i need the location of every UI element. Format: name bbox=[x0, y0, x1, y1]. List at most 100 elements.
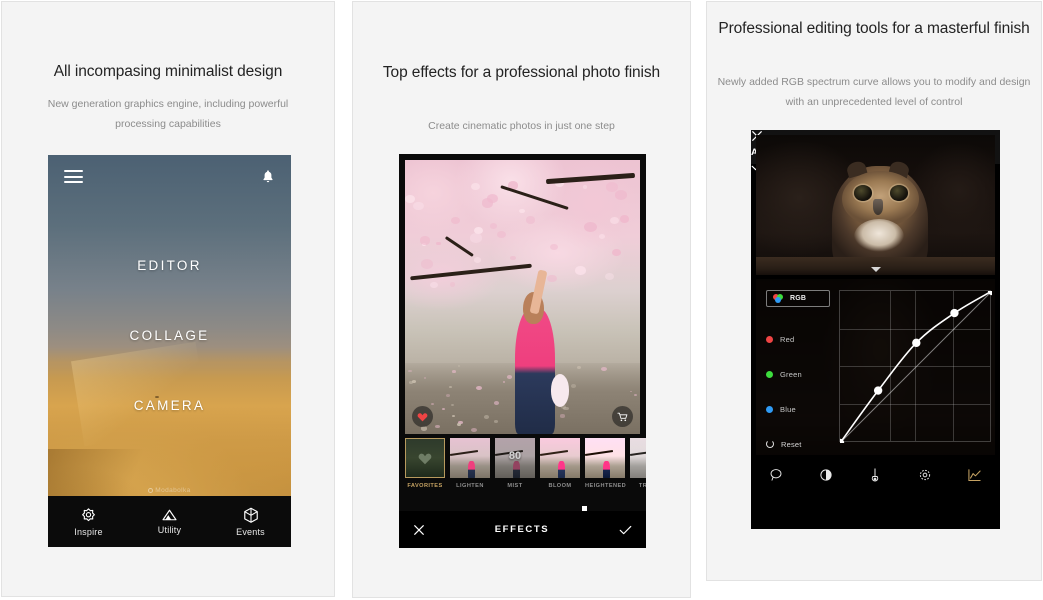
tool-temperature[interactable] bbox=[851, 467, 901, 484]
lasso-icon bbox=[768, 467, 784, 483]
fallen-petal bbox=[456, 422, 462, 426]
filter-label: BLOOM bbox=[548, 483, 572, 489]
triangle-tools-icon bbox=[160, 508, 179, 522]
blossom-petal bbox=[509, 255, 516, 261]
blossom-petal bbox=[470, 233, 482, 243]
fallen-petal bbox=[457, 365, 460, 367]
channel-label: Red bbox=[780, 334, 795, 344]
tool-contrast[interactable] bbox=[801, 467, 851, 483]
fallen-petal bbox=[423, 377, 426, 379]
filter-thumbnail: 80 bbox=[495, 438, 535, 478]
thumb-branch bbox=[585, 449, 614, 456]
menu-item-collage[interactable]: COLLAGE bbox=[48, 328, 291, 343]
phone-mockup-home: EDITOR COLLAGE CAMERA Modabolka Inspire bbox=[48, 155, 291, 547]
nav-label-utility: Utility bbox=[157, 525, 182, 535]
owl-beak bbox=[873, 199, 883, 215]
thumb-figure bbox=[513, 461, 521, 478]
filter-thumbnail bbox=[585, 438, 625, 478]
feature-card-top-effects: Top effects for a professional photo fin… bbox=[352, 1, 691, 598]
aperture-icon bbox=[80, 507, 97, 524]
filter-chip-heightened[interactable]: HEIGHTENED bbox=[585, 438, 627, 496]
blossom-petal bbox=[605, 272, 615, 280]
shopping-cart-icon bbox=[617, 412, 628, 422]
bottom-bar-title: EFFECTS bbox=[494, 524, 550, 535]
blossom-petal bbox=[598, 234, 606, 240]
fallen-petal bbox=[421, 426, 428, 431]
menu-item-editor[interactable]: EDITOR bbox=[48, 258, 291, 273]
girl-figure-toy bbox=[550, 373, 570, 407]
filter-intensity-badge: 80 bbox=[508, 450, 522, 462]
card-title: All incompasing minimalist design bbox=[53, 63, 283, 80]
blossom-petal bbox=[519, 208, 526, 214]
blossom-petal bbox=[486, 193, 499, 204]
fallen-petal bbox=[570, 384, 577, 389]
filter-chip-mist[interactable]: 80 MIST bbox=[495, 438, 535, 496]
channel-item-red[interactable]: Red bbox=[766, 331, 838, 347]
bell-icon[interactable] bbox=[261, 169, 275, 184]
blossom-petal bbox=[496, 230, 507, 239]
fallen-petal bbox=[408, 369, 412, 372]
blossom-petal bbox=[419, 236, 431, 245]
shopping-cart-button[interactable] bbox=[612, 406, 633, 427]
watermark-dot-icon bbox=[148, 488, 154, 493]
phone-topbar bbox=[48, 155, 291, 199]
owl-eye bbox=[853, 185, 872, 201]
dot-icon bbox=[766, 405, 773, 413]
channel-item-rgb[interactable]: RGB bbox=[766, 290, 830, 307]
tool-settings[interactable] bbox=[900, 467, 950, 483]
fallen-petal bbox=[449, 386, 452, 388]
channel-item-reset[interactable]: Reset bbox=[766, 436, 838, 452]
tool-lasso[interactable] bbox=[751, 467, 801, 483]
girl-figure-body bbox=[515, 307, 556, 434]
filter-chip-favorites[interactable]: FAVORITES bbox=[405, 438, 445, 496]
curve-control-point[interactable] bbox=[950, 308, 959, 318]
curve-plot bbox=[840, 291, 992, 443]
checkmark-icon[interactable] bbox=[619, 524, 632, 536]
favorite-button[interactable] bbox=[412, 406, 433, 427]
blossom-petal bbox=[413, 201, 424, 211]
card-title: Professional editing tools for a masterf… bbox=[718, 20, 1030, 37]
fallen-petal bbox=[451, 404, 454, 407]
channel-item-blue[interactable]: Blue bbox=[766, 401, 838, 417]
channel-label: Green bbox=[780, 369, 802, 379]
tool-curves[interactable] bbox=[950, 468, 1000, 483]
menu-item-camera[interactable]: CAMERA bbox=[48, 398, 291, 413]
thumb-figure bbox=[558, 461, 566, 478]
nav-item-utility[interactable]: Utility bbox=[129, 496, 210, 547]
owl-eye bbox=[889, 185, 908, 201]
hamburger-menu-icon[interactable] bbox=[64, 170, 83, 183]
nav-item-inspire[interactable]: Inspire bbox=[48, 496, 129, 547]
curve-control-point[interactable] bbox=[873, 386, 883, 395]
fallen-petal bbox=[430, 402, 435, 406]
filter-chip-bloom[interactable]: BLOOM bbox=[540, 438, 580, 496]
filter-label: TRANQ bbox=[638, 483, 646, 489]
feature-card-minimalist-design: All incompasing minimalist design New ge… bbox=[1, 1, 335, 597]
filter-label: HEIGHTENED bbox=[585, 483, 627, 489]
channel-item-green[interactable]: Green bbox=[766, 366, 838, 382]
blossom-petal bbox=[470, 182, 480, 191]
dot-icon bbox=[766, 335, 773, 343]
curve-control-point[interactable] bbox=[912, 338, 921, 348]
close-x-icon[interactable] bbox=[413, 524, 425, 536]
filter-chip-lighten[interactable]: LIGHTEN bbox=[450, 438, 490, 496]
fallen-petal bbox=[470, 428, 477, 433]
card-subtitle: Create cinematic photos in just one step bbox=[428, 120, 615, 132]
tone-curve-chart[interactable] bbox=[839, 290, 992, 443]
cube-icon bbox=[243, 507, 259, 524]
rgb-curve-panel: RGB Red Green Blue Reset bbox=[756, 279, 995, 455]
nav-label-inspire: Inspire bbox=[74, 526, 103, 537]
caret-down-icon[interactable] bbox=[870, 267, 881, 272]
filter-thumbnail-strip[interactable]: FAVORITES LIGHTEN 80 MIST BLOOM HEIGHTEN… bbox=[405, 438, 646, 496]
filter-label: FAVORITES bbox=[407, 483, 443, 489]
fallen-petal bbox=[435, 425, 441, 429]
page-root: All incompasing minimalist design New ge… bbox=[0, 0, 1043, 600]
fallen-petal bbox=[451, 414, 456, 417]
blossom-petal bbox=[614, 190, 628, 201]
reset-circle-icon bbox=[766, 440, 774, 448]
card-subtitle: Newly added RGB spectrum curve allows yo… bbox=[717, 76, 1031, 108]
fallen-petal bbox=[502, 380, 506, 383]
filter-chip-tranq[interactable]: TRANQ bbox=[630, 438, 646, 496]
blossom-petal bbox=[611, 248, 622, 257]
nav-item-events[interactable]: Events bbox=[210, 496, 291, 547]
phone-mockup-effects: FAVORITES LIGHTEN 80 MIST BLOOM HEIGHTEN… bbox=[399, 154, 646, 548]
